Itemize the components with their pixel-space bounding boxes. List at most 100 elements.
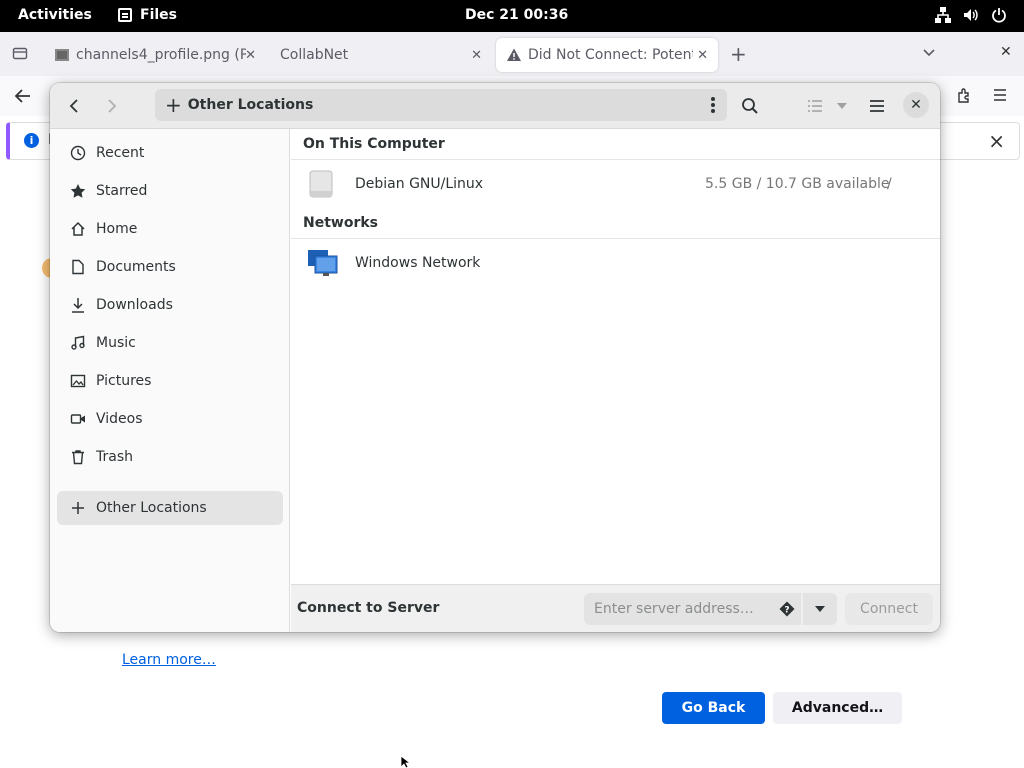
tab-close-icon[interactable]: ✕ [245, 48, 256, 63]
tab-label: channels4_profile.png (PNG Image [76, 47, 246, 63]
sidebar-item-label: Music [96, 335, 136, 351]
activities-button[interactable]: Activities [18, 7, 92, 23]
window-close-icon[interactable]: ✕ [1000, 44, 1012, 60]
plus-icon: + [165, 93, 182, 117]
dialog-header-bar: + Other Locations ✕ [50, 83, 940, 129]
power-icon[interactable] [990, 6, 1008, 24]
sidebar-item-label: Pictures [96, 373, 152, 389]
location-space-info: 5.5 GB / 10.7 GB available [705, 176, 890, 192]
video-icon [70, 411, 86, 427]
sidebar-item-label: Documents [96, 259, 176, 275]
sidebar-item-label: Recent [96, 145, 145, 161]
connect-to-server-label: Connect to Server [297, 600, 440, 616]
tab-close-icon[interactable]: ✕ [471, 48, 482, 63]
plus-icon [70, 500, 86, 516]
document-icon [70, 259, 86, 275]
location-path: / [887, 176, 892, 192]
browser-tab-strip: channels4_profile.png (PNG Image ✕ Colla… [0, 32, 1024, 76]
sidebar-item-recent[interactable]: Recent [57, 136, 283, 170]
advanced-button[interactable]: Advanced… [773, 692, 902, 724]
location-label: Other Locations [187, 97, 314, 113]
image-file-icon [54, 47, 70, 63]
star-icon [70, 183, 86, 199]
tab-label: Did Not Connect: Potential [528, 47, 693, 63]
app-name: Files [140, 7, 177, 23]
go-back-button[interactable]: Go Back [662, 692, 765, 724]
tab-channels4-profile[interactable]: channels4_profile.png (PNG Image ✕ [44, 38, 266, 72]
clock-icon [70, 145, 86, 161]
back-button[interactable] [59, 92, 89, 120]
sidebar-item-other-locations[interactable]: Other Locations [57, 491, 283, 525]
sidebar-item-music[interactable]: Music [57, 326, 283, 360]
sidebar-item-starred[interactable]: Starred [57, 174, 283, 208]
clock[interactable]: Dec 21 00:36 [465, 7, 568, 23]
tab-did-not-connect[interactable]: Did Not Connect: Potential ✕ [496, 38, 718, 72]
sidebar-item-documents[interactable]: Documents [57, 250, 283, 284]
tab-overview-icon[interactable] [12, 45, 28, 61]
help-diamond-icon[interactable]: ? [779, 601, 795, 617]
search-button[interactable] [735, 92, 765, 120]
gnome-top-bar: Activities Files Dec 21 00:36 [0, 0, 1024, 32]
download-icon [70, 297, 86, 313]
sidebar-item-pictures[interactable]: Pictures [57, 364, 283, 398]
music-icon [70, 335, 86, 351]
section-title-on-this-computer: On This Computer [303, 136, 445, 152]
network-icon[interactable] [934, 6, 952, 24]
tab-collabnet[interactable]: CollabNet ✕ [270, 38, 492, 72]
tab-label: CollabNet [280, 47, 349, 63]
other-locations-view: On This Computer Debian GNU/Linux 5.5 GB… [291, 129, 940, 584]
location-name: Windows Network [355, 255, 481, 271]
sidebar-item-home[interactable]: Home [57, 212, 283, 246]
forward-button[interactable] [97, 92, 127, 120]
tab-list-chevron-icon[interactable] [922, 45, 936, 63]
files-app-icon [118, 8, 132, 22]
network-computers-icon [307, 248, 338, 278]
section-title-networks: Networks [303, 215, 379, 231]
notification-close-icon[interactable]: × [988, 129, 1005, 153]
divider [291, 238, 940, 239]
connect-to-server-bar: Connect to Server ? Connect [291, 584, 940, 632]
location-name: Debian GNU/Linux [355, 176, 484, 192]
extensions-icon[interactable] [956, 87, 974, 109]
app-menu[interactable]: Files [118, 7, 177, 23]
path-menu-icon[interactable] [711, 97, 715, 113]
view-options-chevron-icon[interactable] [827, 92, 857, 120]
sidebar-item-downloads[interactable]: Downloads [57, 288, 283, 322]
view-list-button[interactable] [800, 92, 830, 120]
recent-servers-dropdown-icon[interactable] [803, 593, 837, 625]
sidebar-item-label: Starred [96, 183, 148, 199]
home-icon [70, 221, 86, 237]
tab-close-icon[interactable]: ✕ [697, 48, 708, 63]
server-address-input[interactable] [584, 593, 769, 625]
system-tray[interactable] [934, 6, 1008, 24]
trash-icon [70, 449, 86, 465]
volume-icon[interactable] [962, 6, 980, 24]
location-row-windows-network[interactable]: Windows Network [291, 241, 940, 285]
location-row-debian[interactable]: Debian GNU/Linux 5.5 GB / 10.7 GB availa… [291, 162, 940, 206]
menu-hamburger-icon[interactable] [993, 88, 1007, 106]
location-path-bar[interactable]: + Other Locations [155, 89, 727, 121]
divider [291, 159, 940, 160]
connect-button[interactable]: Connect [845, 593, 933, 625]
main-menu-button[interactable] [862, 92, 892, 120]
sidebar-item-label: Videos [96, 411, 143, 427]
drive-icon [307, 169, 335, 199]
new-tab-icon[interactable]: + [730, 42, 747, 66]
sidebar-item-trash[interactable]: Trash [57, 440, 283, 474]
server-address-field[interactable]: ? [584, 593, 801, 625]
sidebar-item-label: Home [96, 221, 138, 237]
sidebar-item-videos[interactable]: Videos [57, 402, 283, 436]
info-icon: i [24, 133, 39, 148]
mouse-pointer-icon [400, 755, 412, 768]
sidebar-item-label: Trash [96, 449, 133, 465]
warning-icon [506, 47, 522, 63]
sidebar-item-label: Other Locations [96, 500, 207, 516]
file-chooser-dialog: + Other Locations ✕ Recent Starred Home [50, 83, 940, 632]
dialog-close-icon[interactable]: ✕ [903, 92, 929, 118]
back-arrow-icon[interactable] [14, 88, 32, 108]
places-sidebar: Recent Starred Home Documents Downloads … [50, 129, 290, 632]
picture-icon [70, 373, 86, 389]
learn-more-link[interactable]: Learn more… [122, 652, 216, 668]
sidebar-item-label: Downloads [96, 297, 173, 313]
svg-text:?: ? [784, 606, 789, 616]
